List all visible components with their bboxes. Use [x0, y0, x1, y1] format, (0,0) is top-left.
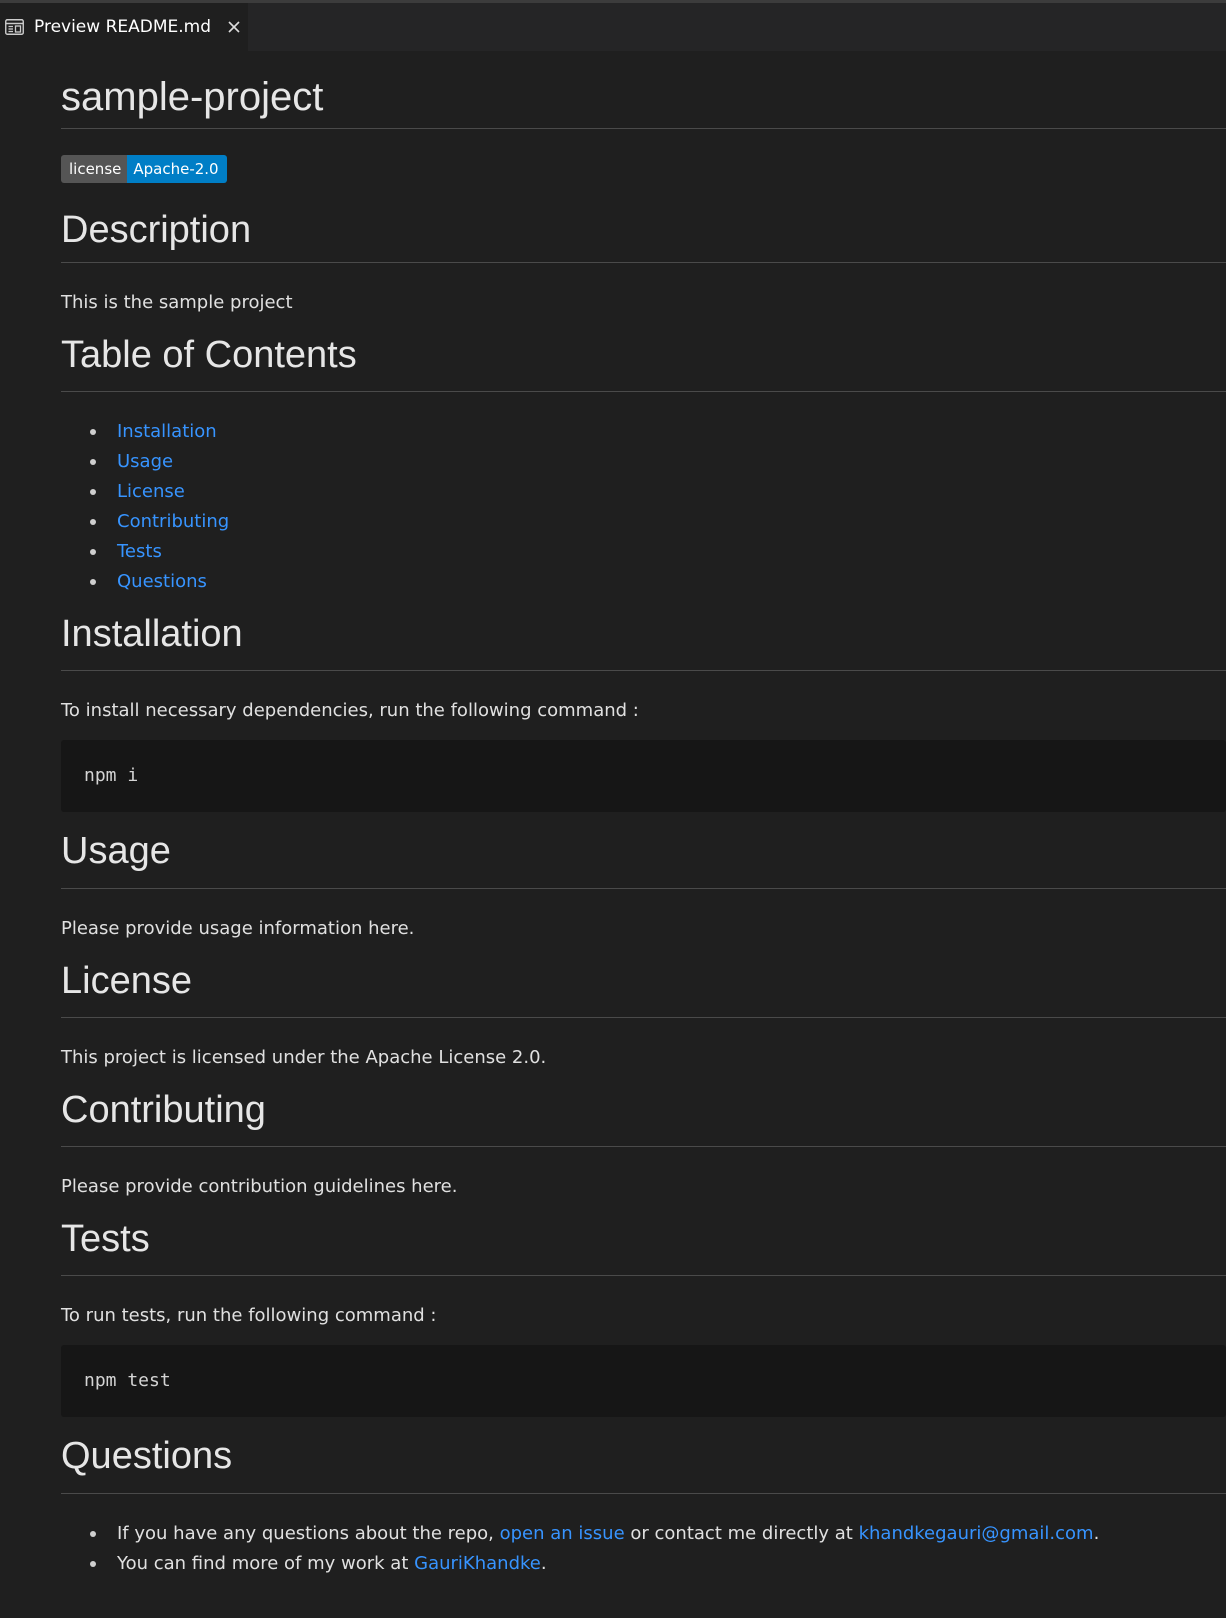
code-block-install: npm i [61, 740, 1226, 812]
github-profile-link[interactable]: GauriKhandke [414, 1553, 541, 1574]
code-text: npm i [84, 765, 139, 786]
contributing-text: Please provide contribution guidelines h… [61, 1176, 458, 1197]
toc-link-questions[interactable]: Questions [117, 571, 207, 592]
open-issue-link[interactable]: open an issue [500, 1523, 625, 1544]
badge-value: Apache-2.0 [127, 155, 227, 183]
close-icon[interactable] [225, 18, 243, 36]
questions-text: or contact me directly at [624, 1523, 859, 1544]
heading-license: License [61, 956, 1226, 1018]
toc-list: Installation Usage License Contributing … [61, 417, 1226, 597]
questions-text: . [1093, 1523, 1100, 1544]
list-item: Contributing [61, 507, 1226, 537]
questions-text: You can find more of my work at [117, 1553, 415, 1574]
code-text: npm test [84, 1370, 171, 1391]
markdown-document: sample-project license Apache-2.0 Descri… [61, 51, 1226, 1579]
license-badge: license Apache-2.0 [61, 155, 227, 183]
heading-tests: Tests [61, 1214, 1226, 1276]
installation-text: To install necessary dependencies, run t… [61, 700, 639, 721]
email-link[interactable]: khandkegauri@gmail.com [859, 1523, 1094, 1544]
description-text: This is the sample project [61, 292, 293, 313]
heading-table-of-contents: Table of Contents [61, 330, 1226, 392]
license-text: This project is licensed under the Apach… [61, 1047, 547, 1068]
list-item: Tests [61, 537, 1226, 567]
page-title: sample-project [61, 51, 1226, 129]
usage-text: Please provide usage information here. [61, 918, 415, 939]
list-item: Installation [61, 417, 1226, 447]
toc-link-usage[interactable]: Usage [117, 451, 173, 472]
toc-link-license[interactable]: License [117, 481, 185, 502]
badge-label: license [61, 155, 128, 183]
list-item: If you have any questions about the repo… [61, 1519, 1226, 1549]
preview-icon [4, 18, 24, 36]
heading-questions: Questions [61, 1431, 1226, 1494]
toc-link-tests[interactable]: Tests [117, 541, 162, 562]
tab-bar: Preview README.md [0, 3, 1226, 51]
markdown-preview-pane[interactable]: sample-project license Apache-2.0 Descri… [0, 51, 1226, 1618]
tab-label: Preview README.md [34, 17, 212, 37]
tests-text: To run tests, run the following command … [61, 1305, 437, 1326]
list-item: Usage [61, 447, 1226, 477]
tab-preview-readme[interactable]: Preview README.md [0, 3, 248, 51]
questions-text: If you have any questions about the repo… [117, 1523, 500, 1544]
heading-description: Description [61, 205, 1226, 263]
heading-contributing: Contributing [61, 1085, 1226, 1147]
questions-list: If you have any questions about the repo… [61, 1519, 1226, 1579]
heading-installation: Installation [61, 609, 1226, 671]
list-item: Questions [61, 567, 1226, 597]
list-item: License [61, 477, 1226, 507]
toc-link-contributing[interactable]: Contributing [117, 511, 229, 532]
list-item: You can find more of my work at GauriKha… [61, 1549, 1226, 1579]
questions-text: . [540, 1553, 547, 1574]
heading-usage: Usage [61, 826, 1226, 889]
toc-link-installation[interactable]: Installation [117, 421, 217, 442]
code-block-tests: npm test [61, 1345, 1226, 1417]
